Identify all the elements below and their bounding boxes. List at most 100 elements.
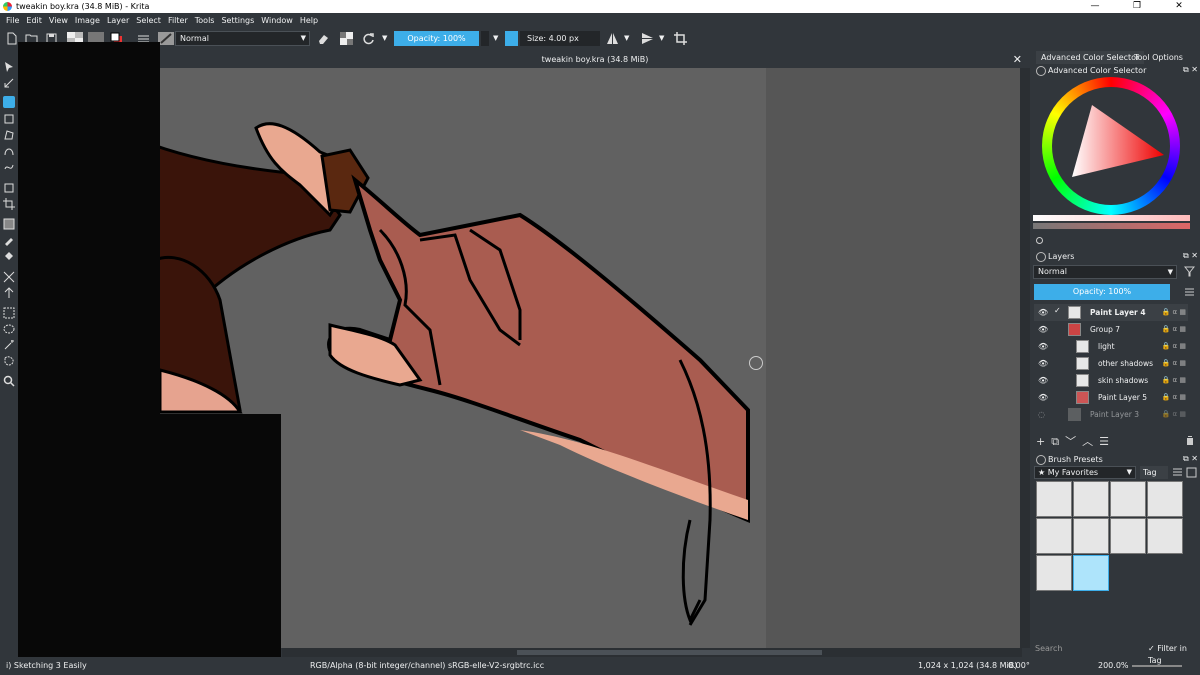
layer-flags-icon[interactable]: 🔒 α ▦ [1162, 389, 1186, 406]
move-up-icon[interactable]: ︿ [1082, 435, 1099, 448]
layer-row[interactable]: ◌ Paint Layer 3 🔒 α ▦ [1034, 406, 1188, 423]
edit-shapes-icon[interactable] [3, 77, 15, 89]
layer-flags-icon[interactable]: 🔒 α ▦ [1162, 304, 1186, 321]
freehand-brush-tool[interactable] [3, 96, 15, 108]
filter-icon[interactable] [1184, 266, 1195, 277]
brush-preset-tile[interactable] [1036, 555, 1072, 591]
alpha-lock-icon[interactable] [340, 32, 353, 45]
ellipse-select-icon[interactable] [3, 323, 15, 335]
opacity-spinner[interactable] [481, 31, 489, 46]
menu-image[interactable]: Image [75, 16, 100, 25]
layer-flags-icon[interactable]: 🔒 α ▦ [1162, 338, 1186, 355]
menu-layer[interactable]: Layer [107, 16, 129, 25]
eye-icon[interactable]: 👁 [1038, 359, 1048, 368]
layer-row[interactable]: 👁 skin shadows 🔒 α ▦ [1034, 372, 1188, 389]
document-tab[interactable]: tweakin boy.kra (34.8 MiB) ✕ [160, 51, 1030, 68]
preset-search-input[interactable]: Search [1033, 643, 1143, 655]
move-down-icon[interactable]: ﹀ [1065, 435, 1082, 448]
dock-float-close[interactable]: ⧉ ✕ [1183, 251, 1198, 261]
measure-tool-icon[interactable] [3, 271, 15, 283]
dock-float-close[interactable]: ⧉ ✕ [1183, 454, 1198, 464]
brush-preset-tile[interactable] [1073, 481, 1109, 517]
view-options-icon[interactable] [1172, 467, 1183, 478]
menu-file[interactable]: File [6, 16, 19, 25]
brush-preset-tile[interactable] [1036, 481, 1072, 517]
brush-preset-tile[interactable] [1110, 481, 1146, 517]
chevron-down-icon[interactable]: ▼ [382, 31, 387, 46]
maximize-button[interactable]: ❐ [1116, 0, 1158, 13]
chevron-down-icon[interactable]: ▼ [624, 31, 629, 46]
menu-window[interactable]: Window [261, 16, 293, 25]
layer-blend-mode-select[interactable]: Normal ▼ [1033, 265, 1177, 279]
layer-flags-icon[interactable]: 🔒 α ▦ [1162, 321, 1186, 338]
chevron-down-icon[interactable]: ▼ [493, 31, 498, 46]
rotation-status[interactable]: 0.00° [1008, 657, 1030, 675]
brush-preset-tile[interactable] [1073, 518, 1109, 554]
brush-preset-tile-selected[interactable] [1073, 555, 1109, 591]
close-window-button[interactable]: ✕ [1158, 0, 1200, 13]
rectangle-tool-icon[interactable] [3, 113, 15, 125]
eye-icon[interactable]: ◌ [1038, 410, 1045, 419]
duplicate-layer-icon[interactable]: ⧉ [1051, 435, 1065, 448]
dock-float-close[interactable]: ⧉ ✕ [1183, 65, 1198, 75]
menu-edit[interactable]: Edit [26, 16, 42, 25]
horizontal-scrollbar[interactable] [282, 648, 1022, 657]
layer-row[interactable]: 👁 light 🔒 α ▦ [1034, 338, 1188, 355]
saturation-slider[interactable] [1033, 223, 1190, 229]
layer-flags-icon[interactable]: 🔒 α ▦ [1162, 406, 1186, 423]
transform-tool-icon[interactable] [3, 182, 15, 194]
minimize-button[interactable]: — [1074, 0, 1116, 13]
layer-row[interactable]: 👁 Paint Layer 5 🔒 α ▦ [1034, 389, 1188, 406]
brush-size-slider[interactable]: Size: 4.00 px [520, 31, 592, 46]
brush-preset-tile[interactable] [1147, 518, 1183, 554]
layer-row[interactable]: 👁 Group 7 🔒 α ▦ [1034, 321, 1188, 338]
menu-help[interactable]: Help [300, 16, 318, 25]
select-shapes-icon[interactable] [3, 61, 15, 73]
magic-wand-icon[interactable] [3, 339, 15, 351]
layer-row[interactable]: 👁 other shadows 🔒 α ▦ [1034, 355, 1188, 372]
mirror-horizontal-icon[interactable] [606, 32, 619, 45]
import-preset-icon[interactable] [1186, 467, 1197, 478]
brush-preset-tile[interactable] [1036, 518, 1072, 554]
layer-properties-icon[interactable]: ☰ [1099, 435, 1115, 448]
close-document-icon[interactable]: ✕ [1013, 51, 1022, 68]
eye-icon[interactable]: 👁 [1038, 325, 1048, 334]
blend-mode-select[interactable]: Normal ▼ [175, 31, 310, 46]
vertical-scrollbar[interactable] [1020, 68, 1030, 648]
tag-button[interactable]: Tag [1140, 466, 1168, 479]
freehand-path-icon[interactable] [3, 161, 15, 173]
mirror-vertical-icon[interactable] [641, 32, 654, 45]
reload-preset-icon[interactable] [362, 32, 375, 45]
menu-select[interactable]: Select [136, 16, 161, 25]
tab-tool-options[interactable]: Tool Options [1129, 51, 1188, 64]
new-document-icon[interactable] [5, 32, 18, 45]
eraser-icon[interactable] [317, 32, 330, 45]
layer-flags-icon[interactable]: 🔒 α ▦ [1162, 355, 1186, 372]
fill-bucket-icon[interactable] [3, 250, 15, 262]
opacity-slider[interactable]: Opacity: 100% [394, 31, 479, 46]
bezier-tool-icon[interactable] [3, 145, 15, 157]
eye-icon[interactable]: 👁 [1038, 376, 1048, 385]
scroll-thumb[interactable] [517, 650, 822, 655]
rect-select-icon[interactable] [3, 307, 15, 319]
color-wheel[interactable] [1042, 77, 1180, 215]
freehand-select-icon[interactable] [3, 355, 15, 367]
zoom-status[interactable]: 200.0% [1098, 657, 1129, 675]
layer-opacity-slider[interactable]: Opacity: 100% [1034, 284, 1170, 300]
menu-tools[interactable]: Tools [195, 16, 215, 25]
layer-row[interactable]: 👁 ✓ Paint Layer 4 🔒 α ▦ [1034, 304, 1188, 321]
add-layer-icon[interactable]: + [1036, 435, 1051, 448]
wrap-around-icon[interactable] [674, 32, 687, 45]
zoom-tool-icon[interactable] [3, 375, 15, 387]
menu-view[interactable]: View [49, 16, 68, 25]
layer-flags-icon[interactable]: 🔒 α ▦ [1162, 372, 1186, 389]
brush-preset-status[interactable]: i) Sketching 3 Easily [6, 657, 87, 675]
brush-preset-icon[interactable] [158, 32, 174, 45]
color-picker-icon[interactable] [3, 234, 15, 246]
brush-preset-tile[interactable] [1110, 518, 1146, 554]
filter-in-tag-checkbox[interactable]: ✓ Filter in Tag [1148, 643, 1200, 667]
eye-icon[interactable]: 👁 [1038, 308, 1048, 317]
eye-icon[interactable]: 👁 [1038, 393, 1048, 402]
brush-preset-tile[interactable] [1147, 481, 1183, 517]
preset-tag-select[interactable]: ★ My Favorites ▼ [1034, 466, 1136, 479]
